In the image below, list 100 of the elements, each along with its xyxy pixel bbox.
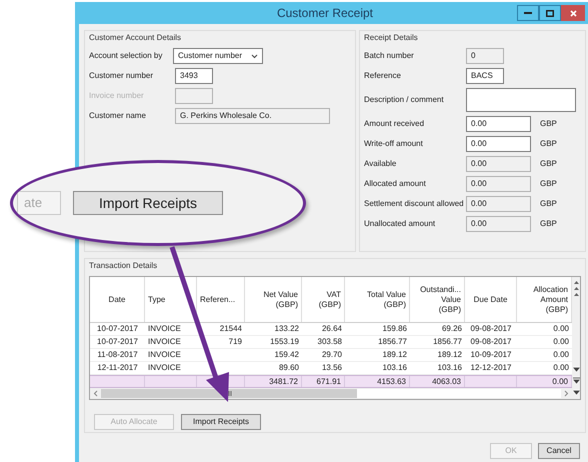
table-cell: 189.12 bbox=[438, 349, 462, 361]
maximize-icon bbox=[546, 10, 554, 16]
input-field[interactable]: G. Perkins Wholesale Co. bbox=[175, 108, 330, 124]
table-cell: 26.64 bbox=[322, 323, 342, 335]
table-cell: 10-07-2017 bbox=[97, 323, 138, 335]
field-label: Reference bbox=[364, 70, 402, 82]
minimize-icon bbox=[524, 12, 532, 14]
table-cell: 719 bbox=[228, 336, 242, 348]
table-cell: 21544 bbox=[220, 323, 242, 335]
total-cell: 3481.72 bbox=[269, 376, 298, 388]
currency-label: GBP bbox=[540, 158, 557, 170]
currency-label: GBP bbox=[540, 178, 557, 190]
table-cell: 0.00 bbox=[553, 362, 569, 374]
group-title: Transaction Details bbox=[89, 260, 158, 272]
table-cell: 13.56 bbox=[322, 362, 342, 374]
table-cell: INVOICE bbox=[148, 349, 181, 361]
field-label: Account selection by bbox=[89, 50, 164, 62]
table-cell: 1856.77 bbox=[433, 336, 462, 348]
input-field[interactable]: 3493 bbox=[175, 68, 213, 84]
table-cell: 133.22 bbox=[274, 323, 299, 335]
column-header[interactable]: Referen... bbox=[197, 277, 245, 322]
table-cell: 89.60 bbox=[278, 362, 299, 374]
field-label: Customer number bbox=[89, 70, 154, 82]
grip-icon bbox=[226, 391, 232, 396]
input-field[interactable]: 0.00 bbox=[466, 156, 531, 172]
column-header[interactable]: Type bbox=[145, 277, 197, 322]
input-field[interactable]: 0.00 bbox=[466, 136, 531, 152]
vertical-scrollbar[interactable] bbox=[572, 277, 580, 399]
table-cell: 69.26 bbox=[442, 323, 462, 335]
maximize-button[interactable] bbox=[539, 5, 561, 21]
import-receipts-button[interactable]: Import Receipts bbox=[181, 414, 261, 430]
field-label: Batch number bbox=[364, 50, 415, 62]
table-cell: INVOICE bbox=[148, 362, 181, 374]
table-cell: 12-12-2017 bbox=[470, 362, 512, 374]
total-cell: 4153.63 bbox=[377, 376, 406, 388]
input-field[interactable] bbox=[466, 88, 576, 112]
close-icon bbox=[570, 10, 576, 16]
table-cell: 10-09-2017 bbox=[470, 349, 512, 361]
table-cell: 189.12 bbox=[382, 349, 407, 361]
table-cell: 09-08-2017 bbox=[470, 323, 512, 335]
scrollbar-thumb[interactable] bbox=[101, 389, 357, 398]
total-cell: 0.00 bbox=[552, 376, 568, 388]
table-cell: 12-11-2017 bbox=[97, 362, 138, 374]
column-header[interactable]: Total Value (GBP) bbox=[345, 277, 410, 322]
total-cell: 4063.03 bbox=[432, 376, 461, 388]
currency-label: GBP bbox=[540, 118, 557, 130]
field-label: Amount received bbox=[364, 118, 426, 130]
field-label: Invoice number bbox=[89, 90, 145, 102]
scroll-down-icon bbox=[572, 366, 580, 396]
horizontal-scrollbar[interactable] bbox=[90, 388, 572, 399]
magnified-import-receipts-button[interactable]: Import Receipts bbox=[73, 191, 223, 215]
table-cell: 159.86 bbox=[382, 323, 407, 335]
input-field[interactable]: 0 bbox=[466, 48, 504, 64]
table-cell: 10-07-2017 bbox=[97, 336, 138, 348]
table-cell: 0.00 bbox=[553, 349, 569, 361]
table-cell: 1553.19 bbox=[270, 336, 299, 348]
column-header[interactable]: Net Value (GBP) bbox=[245, 277, 302, 322]
field-label: Unallocated amount bbox=[364, 218, 436, 230]
table-cell: 159.42 bbox=[274, 349, 299, 361]
table-cell: 303.58 bbox=[318, 336, 342, 348]
table-cell: INVOICE bbox=[148, 323, 181, 335]
scroll-up-icon bbox=[572, 280, 580, 298]
column-header[interactable]: VAT (GBP) bbox=[302, 277, 345, 322]
group-title: Receipt Details bbox=[364, 32, 419, 44]
table-cell: 0.00 bbox=[553, 323, 569, 335]
input-field[interactable]: 0.00 bbox=[466, 196, 531, 212]
scroll-right-icon bbox=[564, 390, 569, 397]
table-cell: 11-08-2017 bbox=[97, 349, 138, 361]
table-cell: 103.16 bbox=[382, 362, 407, 374]
field-label: Allocated amount bbox=[364, 178, 427, 190]
currency-label: GBP bbox=[540, 198, 557, 210]
cancel-button[interactable]: Cancel bbox=[538, 443, 580, 459]
table-cell: INVOICE bbox=[148, 336, 181, 348]
currency-label: GBP bbox=[540, 138, 557, 150]
table-cell: 1856.77 bbox=[378, 336, 407, 348]
table-cell: 29.70 bbox=[322, 349, 342, 361]
field-label: Description / comment bbox=[364, 94, 445, 106]
field-label: Available bbox=[364, 158, 398, 170]
field-label: Settlement discount allowed bbox=[364, 198, 465, 210]
column-header[interactable]: Outstandi... Value (GBP) bbox=[410, 277, 465, 322]
total-cell: 671.91 bbox=[316, 376, 341, 388]
input-field[interactable]: 0.00 bbox=[466, 216, 531, 232]
input-field[interactable]: BACS bbox=[466, 68, 504, 84]
account-selection-dropdown[interactable]: Customer number bbox=[173, 48, 263, 64]
table-cell: 09-08-2017 bbox=[470, 336, 512, 348]
minimize-button[interactable] bbox=[517, 5, 539, 21]
input-field[interactable]: 0.00 bbox=[466, 176, 531, 192]
group-title: Customer Account Details bbox=[89, 32, 182, 44]
column-header[interactable]: Due Date bbox=[465, 277, 517, 322]
window-title: Customer Receipt bbox=[276, 5, 374, 22]
caret-icon bbox=[251, 54, 258, 58]
field-label: Write-off amount bbox=[364, 138, 424, 150]
scroll-left-icon bbox=[93, 390, 98, 397]
currency-label: GBP bbox=[540, 218, 557, 230]
column-header[interactable]: Date bbox=[90, 277, 145, 322]
table-cell: 103.16 bbox=[438, 362, 462, 374]
input-field[interactable]: 0.00 bbox=[466, 116, 531, 132]
table-cell: 0.00 bbox=[553, 336, 569, 348]
field-label: Customer name bbox=[89, 110, 147, 122]
close-button[interactable] bbox=[561, 5, 585, 21]
